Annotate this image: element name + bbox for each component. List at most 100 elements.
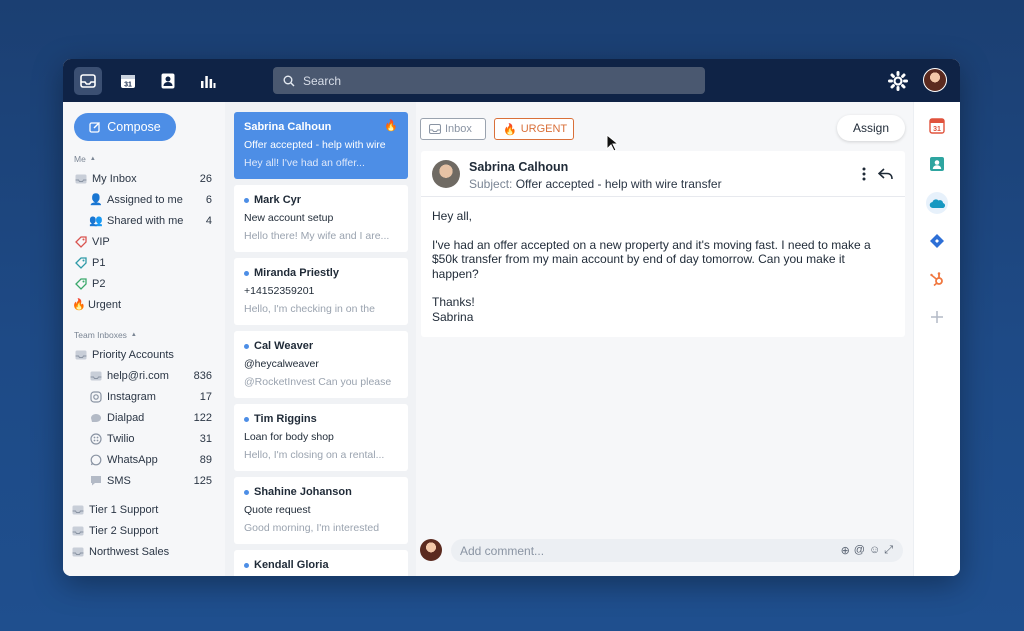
caret-up-icon: ▲ xyxy=(130,332,137,338)
settings-gear-icon[interactable] xyxy=(888,71,908,91)
sms-icon xyxy=(89,474,103,488)
sidebar-item-count: 4 xyxy=(205,214,212,227)
unread-dot xyxy=(244,270,249,276)
compose-button[interactable]: Compose xyxy=(74,113,176,141)
plus-icon xyxy=(931,311,943,323)
card-sender: Sabrina Calhoun xyxy=(244,121,332,133)
inbox-icon xyxy=(429,124,441,134)
conversation-card[interactable]: Mark Cyr New account setup Hello there! … xyxy=(234,185,408,252)
sidebar-item-count: 125 xyxy=(193,474,212,487)
sidebar-item-tier-1-support[interactable]: Tier 1 Support xyxy=(63,499,225,520)
sidebar-item-dialpad[interactable]: Dialpad 122 xyxy=(63,407,225,428)
team-inboxes-section-label[interactable]: Team Inboxes ▲ xyxy=(74,330,225,340)
comment-box[interactable]: ⊕ @ ☺ ⤢ xyxy=(451,539,903,562)
flame-icon: 🔥 xyxy=(72,299,86,311)
sidebar-item-northwest-sales[interactable]: Northwest Sales xyxy=(63,541,225,562)
top-bar: 31 xyxy=(63,59,960,102)
emoji-icon[interactable]: ☺ xyxy=(869,544,880,557)
team-inboxes-label: Team Inboxes xyxy=(74,330,127,340)
email-message: Sabrina Calhoun Subject: Offer accepted … xyxy=(421,151,905,337)
email-subject: Offer accepted - help with wire transfer xyxy=(515,177,722,191)
conversation-card[interactable]: Shahine Johanson Quote request Good morn… xyxy=(234,477,408,544)
card-preview: Good morning, I'm interested xyxy=(244,522,380,534)
sidebar-item-label: Twilio xyxy=(107,432,135,445)
conversation-card[interactable]: Miranda Priestly +14152359201 Hello, I'm… xyxy=(234,258,408,325)
inbox-nav-button[interactable] xyxy=(74,67,102,95)
add-circle-icon[interactable]: ⊕ xyxy=(841,544,850,557)
calendar-day: 31 xyxy=(124,82,132,89)
me-section-label[interactable]: Me ▲ xyxy=(74,154,225,164)
diamond-integration[interactable] xyxy=(928,232,946,250)
email-subject-line: Subject: Offer accepted - help with wire… xyxy=(469,177,722,191)
sidebar-item-my-inbox[interactable]: My Inbox 26 xyxy=(63,168,225,189)
card-sender: Shahine Johanson xyxy=(254,486,352,498)
conversation-card[interactable]: Cal Weaver @heycalweaver @RocketInvest C… xyxy=(234,331,408,398)
sidebar-item-p1[interactable]: P1 xyxy=(63,252,225,273)
email-sender: Sabrina Calhoun xyxy=(469,160,569,174)
card-sender: Mark Cyr xyxy=(254,194,302,206)
reply-icon[interactable] xyxy=(878,168,893,180)
comment-tools: ⊕ @ ☺ ⤢ xyxy=(841,544,893,557)
sidebar-item-label: Instagram xyxy=(107,390,156,403)
assign-button[interactable]: Assign xyxy=(837,115,905,141)
sidebar-item-urgent[interactable]: 🔥 Urgent xyxy=(63,294,225,315)
salesforce-integration[interactable] xyxy=(926,192,948,214)
calendar-nav-button[interactable]: 31 xyxy=(114,67,142,95)
search-input[interactable] xyxy=(303,73,683,88)
hubspot-integration[interactable] xyxy=(928,270,946,288)
card-preview: Hey all! I've had an offer... xyxy=(244,157,365,169)
email-signature: Sabrina xyxy=(432,309,474,324)
sidebar-item-instagram[interactable]: Instagram 17 xyxy=(63,386,225,407)
compose-label: Compose xyxy=(107,120,161,134)
flame-icon: 🔥 xyxy=(384,120,398,132)
urgent-tag[interactable]: 🔥 URGENT xyxy=(494,118,574,140)
conversation-card[interactable]: Kendall Gloria xyxy=(234,550,408,576)
calendar-day: 31 xyxy=(933,126,941,133)
sidebar-item-assigned-to-me[interactable]: 👤 Assigned to me 6 xyxy=(63,189,225,210)
instagram-icon xyxy=(89,390,103,404)
conversation-card-selected[interactable]: Sabrina Calhoun 🔥 Offer accepted - help … xyxy=(234,112,408,179)
sidebar-item-sms[interactable]: SMS 125 xyxy=(63,470,225,491)
conversation-card[interactable]: Tim Riggins Loan for body shop Hello, I'… xyxy=(234,404,408,471)
add-integration-button[interactable] xyxy=(928,308,946,326)
inbox-icon xyxy=(71,545,85,559)
sidebar-item-whatsapp[interactable]: WhatsApp 89 xyxy=(63,449,225,470)
card-sender: Miranda Priestly xyxy=(254,267,339,279)
sidebar-item-label: VIP xyxy=(92,235,110,248)
analytics-nav-button[interactable] xyxy=(194,67,222,95)
more-vertical-icon[interactable] xyxy=(862,167,866,181)
inbox-icon xyxy=(71,524,85,538)
card-sender: Cal Weaver xyxy=(254,340,314,352)
sidebar-item-count: 89 xyxy=(199,453,212,466)
contact-card-integration[interactable] xyxy=(928,155,946,173)
inbox-icon xyxy=(74,172,88,186)
user-avatar[interactable] xyxy=(923,68,947,92)
sidebar-item-vip[interactable]: VIP xyxy=(63,231,225,252)
sidebar-item-label: Shared with me xyxy=(107,214,184,227)
mention-icon[interactable]: @ xyxy=(854,544,865,557)
sidebar-item-help-ri[interactable]: help@ri.com 836 xyxy=(63,365,225,386)
sidebar-item-tier-2-support[interactable]: Tier 2 Support xyxy=(63,520,225,541)
email-thanks: Thanks! xyxy=(432,295,475,310)
tag-icon xyxy=(74,235,88,249)
sidebar: Compose Me ▲ My Inbox 26 👤 Assigned to m… xyxy=(63,102,225,576)
calendar-integration[interactable]: 31 xyxy=(928,117,946,135)
card-sender: Kendall Gloria xyxy=(254,559,329,571)
inbox-tag[interactable]: Inbox xyxy=(420,118,486,140)
card-preview: Hello, I'm checking in on the xyxy=(244,303,375,315)
sidebar-item-shared-with-me[interactable]: 👥 Shared with me 4 xyxy=(63,210,225,231)
search-bar[interactable] xyxy=(273,67,705,94)
search-icon xyxy=(283,75,295,86)
unread-dot xyxy=(244,197,249,203)
expand-icon[interactable]: ⤢ xyxy=(884,544,893,557)
inbox-icon xyxy=(71,503,85,517)
sidebar-item-label: Dialpad xyxy=(107,411,145,424)
sidebar-item-p2[interactable]: P2 xyxy=(63,273,225,294)
card-preview: Hello there! My wife and I are... xyxy=(244,230,390,242)
contacts-nav-button[interactable] xyxy=(154,67,182,95)
sidebar-item-label: Tier 1 Support xyxy=(89,503,159,516)
caret-up-icon: ▲ xyxy=(89,156,96,162)
comment-input[interactable] xyxy=(460,543,820,558)
sidebar-item-priority-accounts[interactable]: Priority Accounts xyxy=(63,344,225,365)
sidebar-item-twilio[interactable]: Twilio 31 xyxy=(63,428,225,449)
